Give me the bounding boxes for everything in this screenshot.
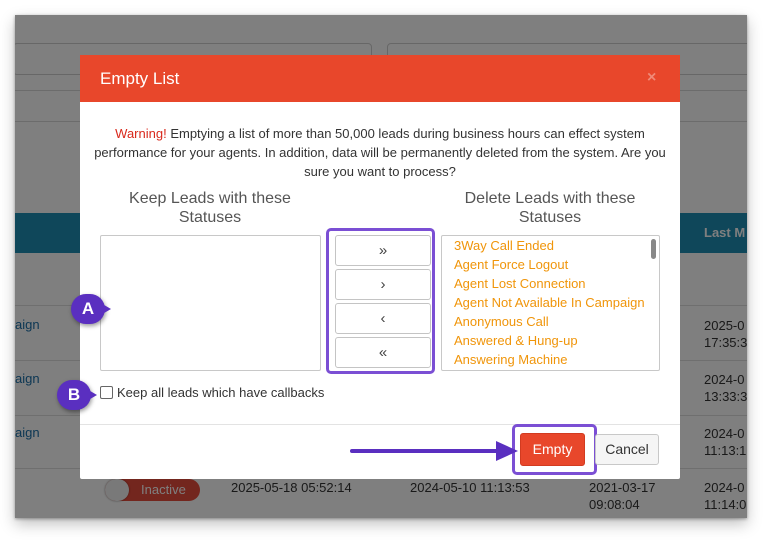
move-all-right-button[interactable]: » [335, 235, 431, 266]
badge-a-label: A [81, 299, 95, 318]
list-item[interactable]: Agent Lost Connection [454, 274, 586, 293]
badge-b-label: B [67, 385, 81, 404]
list-item[interactable]: 3Way Call Ended [454, 236, 554, 255]
list-item[interactable]: Answering Machine [454, 350, 567, 369]
move-buttons-highlight: » › ‹ « [326, 228, 435, 374]
move-all-left-button[interactable]: « [335, 337, 431, 368]
list-item[interactable]: Answered & Hung-up [454, 331, 578, 350]
delete-statuses-heading: Delete Leads with these Statuses [464, 190, 636, 226]
close-icon[interactable]: × [647, 69, 656, 87]
list-item[interactable]: Agent Force Logout [454, 255, 568, 274]
empty-button[interactable]: Empty [520, 433, 585, 466]
move-right-button[interactable]: › [335, 269, 431, 300]
warning-message: Warning! Emptying a list of more than 50… [84, 124, 676, 181]
annotation-arrow [350, 441, 518, 461]
keep-callbacks-label: Keep all leads which have callbacks [117, 385, 325, 400]
keep-callbacks-checkbox[interactable] [100, 386, 113, 399]
callout-badge-a: A [71, 294, 111, 324]
list-item[interactable]: Agent Not Available In Campaign [454, 293, 645, 312]
keep-callbacks-row[interactable]: Keep all leads which have callbacks [100, 385, 324, 400]
keep-statuses-heading: Keep Leads with these Statuses [129, 190, 291, 226]
keep-statuses-list[interactable] [100, 235, 321, 371]
list-scrollbar[interactable] [651, 239, 656, 259]
list-item[interactable]: Anonymous Call [454, 312, 549, 331]
delete-statuses-list[interactable]: 3Way Call Ended Agent Force Logout Agent… [441, 235, 660, 371]
dialog-header: Empty List × [80, 55, 680, 102]
move-left-button[interactable]: ‹ [335, 303, 431, 334]
callout-badge-b: B [57, 380, 97, 410]
warning-text: Emptying a list of more than 50,000 lead… [94, 126, 666, 179]
warning-prefix: Warning! [115, 126, 167, 141]
cancel-button[interactable]: Cancel [595, 434, 659, 465]
dialog-title: Empty List [100, 69, 180, 88]
